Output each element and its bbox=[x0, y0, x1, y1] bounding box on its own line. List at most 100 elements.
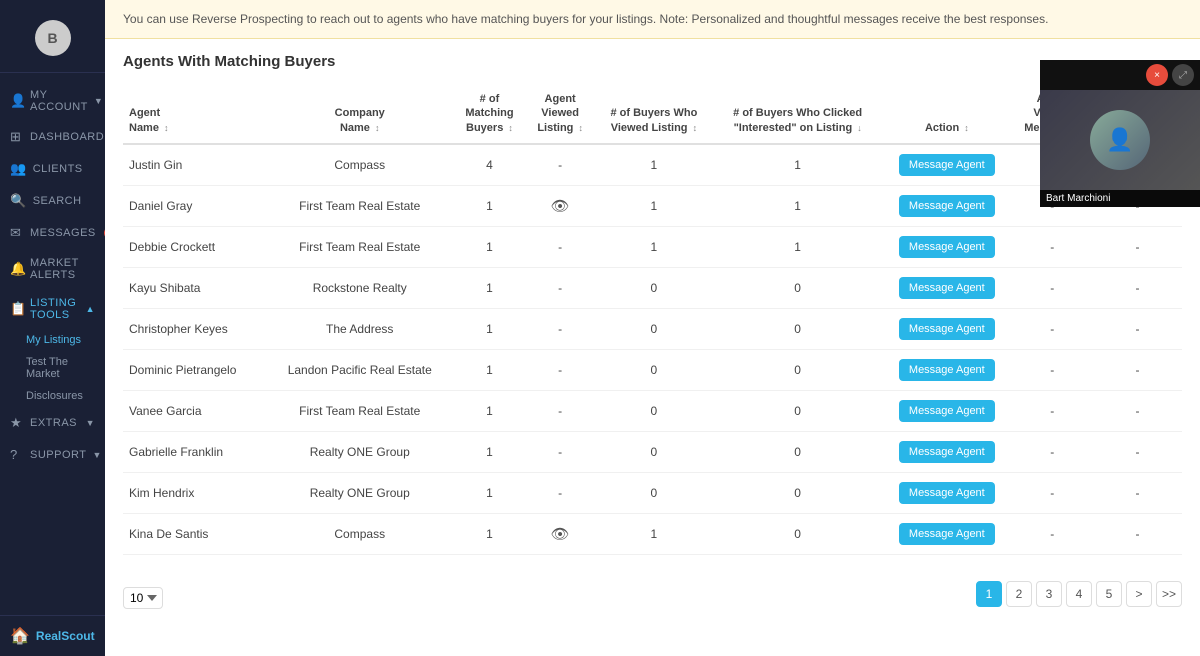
cell-buyers-clicked: 1 bbox=[713, 226, 882, 267]
video-overlay: × ⤢ 👤 Bart Marchioni bbox=[1040, 60, 1200, 207]
cell-agent-name: Debbie Crockett bbox=[123, 226, 266, 267]
cell-viewed-listing: - bbox=[526, 144, 595, 186]
account-icon: 👤 bbox=[10, 93, 24, 109]
cell-response: - bbox=[1093, 390, 1182, 431]
video-person-name: Bart Marchioni bbox=[1040, 190, 1200, 207]
cell-agent-name: Gabrielle Franklin bbox=[123, 431, 266, 472]
cell-agent-name: Kim Hendrix bbox=[123, 472, 266, 513]
table-row: Debbie Crockett First Team Real Estate 1… bbox=[123, 226, 1182, 267]
cell-agent-name: Kina De Santis bbox=[123, 513, 266, 554]
content-area: Agents With Matching Buyers AgentName ↕ … bbox=[105, 39, 1200, 629]
cell-viewed-msg: - bbox=[1011, 308, 1093, 349]
search-icon: 🔍 bbox=[10, 193, 27, 209]
col-matching-buyers: # ofMatchingBuyers ↕ bbox=[453, 84, 525, 144]
sidebar-item-search[interactable]: 🔍 SEARCH bbox=[0, 185, 105, 217]
eye-icon: 👁 bbox=[551, 526, 570, 543]
info-banner: You can use Reverse Prospecting to reach… bbox=[105, 0, 1200, 39]
message-agent-button[interactable]: Message Agent bbox=[899, 236, 995, 258]
sidebar-item-label: MY ACCOUNT bbox=[30, 89, 88, 113]
avatar: B bbox=[35, 20, 71, 56]
support-icon: ? bbox=[10, 447, 24, 462]
page-btn-3[interactable]: 3 bbox=[1036, 581, 1062, 607]
table-wrapper: AgentName ↕ CompanyName ↕ # ofMatchingBu… bbox=[123, 84, 1182, 555]
page-btn-5[interactable]: 5 bbox=[1096, 581, 1122, 607]
cell-response: - bbox=[1093, 513, 1182, 554]
page-btn-4[interactable]: 4 bbox=[1066, 581, 1092, 607]
video-expand-button[interactable]: ⤢ bbox=[1172, 64, 1194, 86]
sidebar-item-market-alerts[interactable]: 🔔 MARKET ALERTS bbox=[0, 249, 105, 289]
message-agent-button[interactable]: Message Agent bbox=[899, 359, 995, 381]
cell-company-name: First Team Real Estate bbox=[266, 226, 453, 267]
video-close-button[interactable]: × bbox=[1146, 64, 1168, 86]
table-row: Kayu Shibata Rockstone Realty 1 - 0 0 Me… bbox=[123, 267, 1182, 308]
sidebar-sub-my-listings[interactable]: My Listings bbox=[0, 329, 105, 351]
cell-response: - bbox=[1093, 431, 1182, 472]
cell-company-name: Rockstone Realty bbox=[266, 267, 453, 308]
cell-matching-buyers: 1 bbox=[453, 226, 525, 267]
sidebar-item-label: CLIENTS bbox=[33, 163, 83, 175]
page-btn-last[interactable]: >> bbox=[1156, 581, 1182, 607]
sidebar-item-label: LISTING TOOLS bbox=[30, 297, 80, 321]
cell-viewed-listing: - bbox=[526, 390, 595, 431]
cell-viewed-listing: - bbox=[526, 226, 595, 267]
cell-action: Message Agent bbox=[882, 390, 1011, 431]
table-row: Daniel Gray First Team Real Estate 1 👁 1… bbox=[123, 185, 1182, 226]
chevron-icon: ▼ bbox=[92, 450, 101, 460]
sidebar-item-clients[interactable]: 👥 CLIENTS bbox=[0, 153, 105, 185]
cell-company-name: Realty ONE Group bbox=[266, 431, 453, 472]
table-row: Kim Hendrix Realty ONE Group 1 - 0 0 Mes… bbox=[123, 472, 1182, 513]
sidebar-sub-test-market[interactable]: Test The Market bbox=[0, 351, 105, 385]
sidebar-item-label: EXTRAS bbox=[30, 417, 77, 429]
message-agent-button[interactable]: Message Agent bbox=[899, 482, 995, 504]
sidebar-item-listing-tools[interactable]: 📋 LISTING TOOLS ▲ bbox=[0, 289, 105, 329]
dash: - bbox=[558, 322, 562, 336]
sidebar-item-label: SUPPORT bbox=[30, 449, 86, 461]
sidebar-item-support[interactable]: ? SUPPORT ▼ bbox=[0, 439, 105, 470]
cell-action: Message Agent bbox=[882, 226, 1011, 267]
message-agent-button[interactable]: Message Agent bbox=[899, 277, 995, 299]
cell-company-name: First Team Real Estate bbox=[266, 390, 453, 431]
page-btn-1[interactable]: 1 bbox=[976, 581, 1002, 607]
col-action: Action ↕ bbox=[882, 84, 1011, 144]
message-agent-button[interactable]: Message Agent bbox=[899, 523, 995, 545]
cell-viewed-msg: - bbox=[1011, 513, 1093, 554]
message-agent-button[interactable]: Message Agent bbox=[899, 441, 995, 463]
message-agent-button[interactable]: Message Agent bbox=[899, 154, 995, 176]
cell-buyers-clicked: 1 bbox=[713, 144, 882, 186]
sidebar-item-messages[interactable]: ✉ MESSAGES 1 bbox=[0, 217, 105, 249]
cell-agent-name: Vanee Garcia bbox=[123, 390, 266, 431]
message-agent-button[interactable]: Message Agent bbox=[899, 195, 995, 217]
cell-buyers-clicked: 1 bbox=[713, 185, 882, 226]
page-btn-next[interactable]: > bbox=[1126, 581, 1152, 607]
cell-response: - bbox=[1093, 472, 1182, 513]
sidebar-item-dashboard[interactable]: ⊞ DASHBOARD bbox=[0, 121, 105, 153]
cell-matching-buyers: 1 bbox=[453, 472, 525, 513]
cell-agent-name: Kayu Shibata bbox=[123, 267, 266, 308]
chevron-icon: ▲ bbox=[86, 304, 95, 314]
sidebar-item-extras[interactable]: ★ EXTRAS ▼ bbox=[0, 407, 105, 439]
cell-matching-buyers: 1 bbox=[453, 390, 525, 431]
cell-action: Message Agent bbox=[882, 185, 1011, 226]
message-agent-button[interactable]: Message Agent bbox=[899, 400, 995, 422]
page-btn-2[interactable]: 2 bbox=[1006, 581, 1032, 607]
cell-viewed-msg: - bbox=[1011, 267, 1093, 308]
cell-viewed-listing: - bbox=[526, 431, 595, 472]
col-buyers-viewed: # of Buyers WhoViewed Listing ↕ bbox=[595, 84, 713, 144]
dash: - bbox=[558, 486, 562, 500]
cell-matching-buyers: 1 bbox=[453, 267, 525, 308]
sidebar-item-my-account[interactable]: 👤 MY ACCOUNT ▼ bbox=[0, 81, 105, 121]
cell-matching-buyers: 4 bbox=[453, 144, 525, 186]
cell-company-name: Realty ONE Group bbox=[266, 472, 453, 513]
cell-buyers-clicked: 0 bbox=[713, 513, 882, 554]
app-layout: B 👤 MY ACCOUNT ▼ ⊞ DASHBOARD 👥 CLIENTS 🔍… bbox=[0, 0, 1200, 656]
cell-action: Message Agent bbox=[882, 472, 1011, 513]
eye-icon: 👁 bbox=[551, 198, 570, 215]
message-agent-button[interactable]: Message Agent bbox=[899, 318, 995, 340]
cell-buyers-clicked: 0 bbox=[713, 349, 882, 390]
cell-company-name: Landon Pacific Real Estate bbox=[266, 349, 453, 390]
dash: - bbox=[558, 281, 562, 295]
sidebar-sub-disclosures[interactable]: Disclosures bbox=[0, 385, 105, 407]
cell-company-name: Compass bbox=[266, 144, 453, 186]
per-page-select[interactable]: 10 25 50 bbox=[123, 587, 163, 609]
cell-viewed-listing: 👁 bbox=[526, 513, 595, 554]
